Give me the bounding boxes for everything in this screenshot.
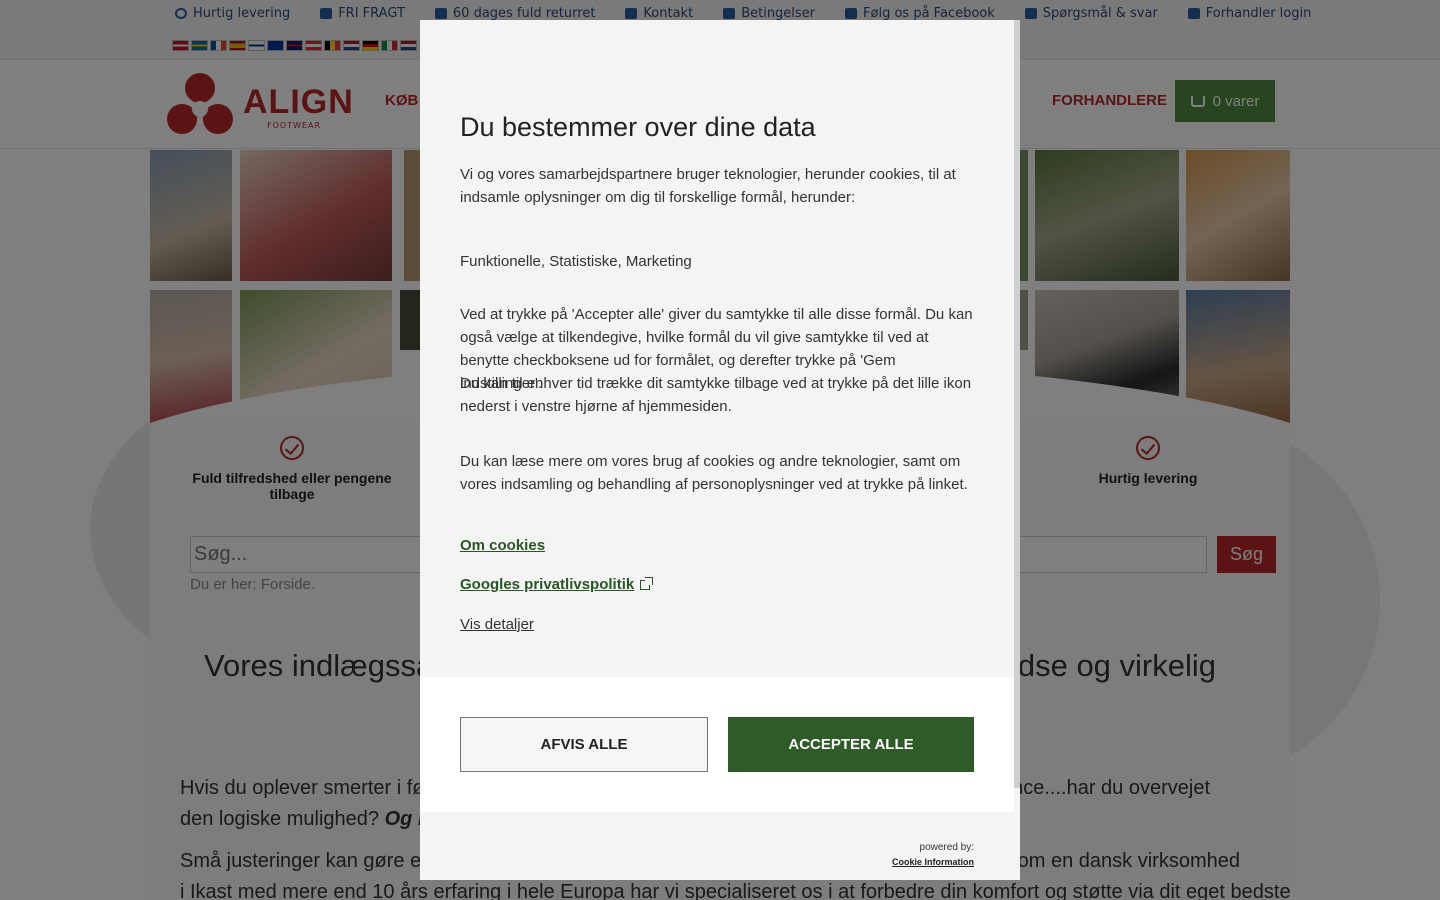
consent-purposes: Funktionelle, Statistiske, Marketing [460, 253, 692, 270]
link-google-privacy[interactable]: Googles privatlivspolitik [460, 576, 654, 593]
accept-all-button[interactable]: ACCEPTER ALLE [728, 717, 974, 772]
show-details-link[interactable]: Vis detaljer [460, 616, 534, 633]
consent-explain-2: Du kan til enhver tid trække dit samtykk… [460, 375, 972, 415]
scrollbar-thumb[interactable] [1014, 20, 1020, 788]
cookie-information-link[interactable]: Cookie Information [892, 857, 974, 867]
reject-all-button[interactable]: AFVIS ALLE [460, 717, 708, 772]
cookie-consent-dialog: Du bestemmer over dine data Vi og vores … [420, 20, 1020, 880]
modal-scrollbar[interactable] [1014, 20, 1020, 788]
powered-by-label: powered by: [919, 842, 974, 853]
consent-readmore: Du kan læse mere om vores brug af cookie… [460, 453, 968, 493]
external-link-icon [640, 576, 654, 590]
consent-title: Du bestemmer over dine data [460, 112, 816, 142]
consent-intro: Vi og vores samarbejdspartnere bruger te… [460, 166, 956, 206]
consent-footer: AFVIS ALLE ACCEPTER ALLE [420, 677, 1014, 812]
link-about-cookies[interactable]: Om cookies [460, 537, 545, 554]
